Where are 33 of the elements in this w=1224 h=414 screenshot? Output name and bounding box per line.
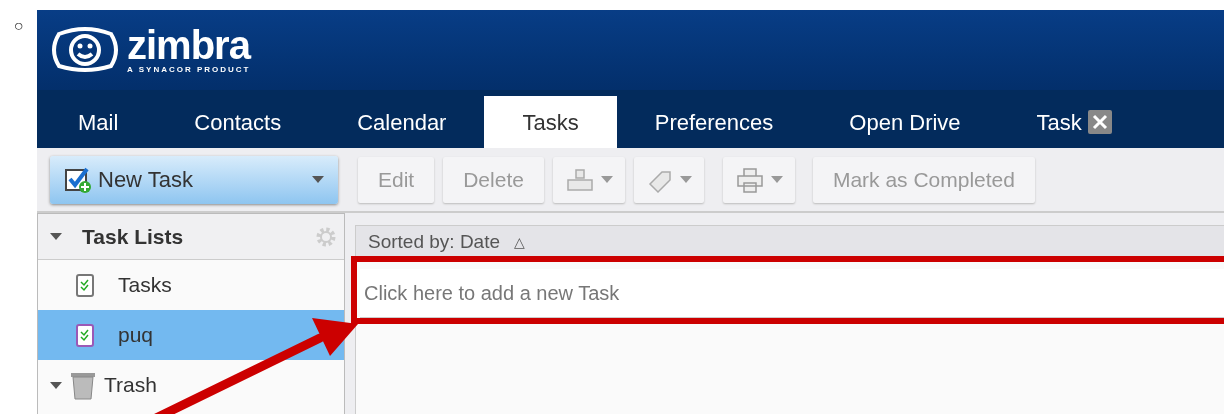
caret-icon <box>312 176 324 183</box>
app-tab[interactable]: Preferences <box>616 96 812 148</box>
printer-icon <box>734 165 765 194</box>
sort-label: Sorted by: Date <box>368 230 501 255</box>
logo-tagline: A SYNACOR PRODUCT <box>127 65 251 75</box>
new-task-button[interactable]: New Task <box>50 155 338 204</box>
caret-icon <box>770 176 783 183</box>
print-menu-button[interactable] <box>722 156 795 203</box>
task-list-item[interactable]: Tasks <box>38 260 344 310</box>
tag-menu-button[interactable] <box>633 156 704 203</box>
list-bullet: ○ <box>13 18 24 36</box>
clipboard-icon <box>76 323 94 347</box>
task-list-item[interactable]: puq <box>38 310 344 360</box>
zimbra-logo: zimbra <box>127 25 251 65</box>
caret-icon <box>50 233 62 240</box>
caret-icon <box>679 176 692 183</box>
task-list-item[interactable]: Trash <box>38 360 344 410</box>
close-icon[interactable] <box>1087 110 1112 134</box>
app-tab[interactable]: Open Drive <box>811 96 999 148</box>
app-tab[interactable]: Calendar <box>319 96 485 148</box>
app-tab[interactable]: Contacts <box>156 96 320 148</box>
caret-icon <box>50 381 62 389</box>
move-menu-button[interactable] <box>552 156 625 203</box>
clipboard-icon <box>76 273 94 297</box>
caret-icon <box>600 176 613 183</box>
app-tab[interactable]: Mail <box>40 96 157 148</box>
smiley-bubble-icon <box>49 26 121 74</box>
new-task-field[interactable]: Click here to add a new Task <box>360 269 1224 319</box>
app-tab[interactable]: Task <box>998 96 1150 148</box>
sort-indicator[interactable]: △ <box>514 232 526 253</box>
app-tab[interactable]: Tasks <box>484 96 617 148</box>
checkbox-plus-icon <box>64 165 92 194</box>
section-title: Task Lists <box>82 223 184 250</box>
